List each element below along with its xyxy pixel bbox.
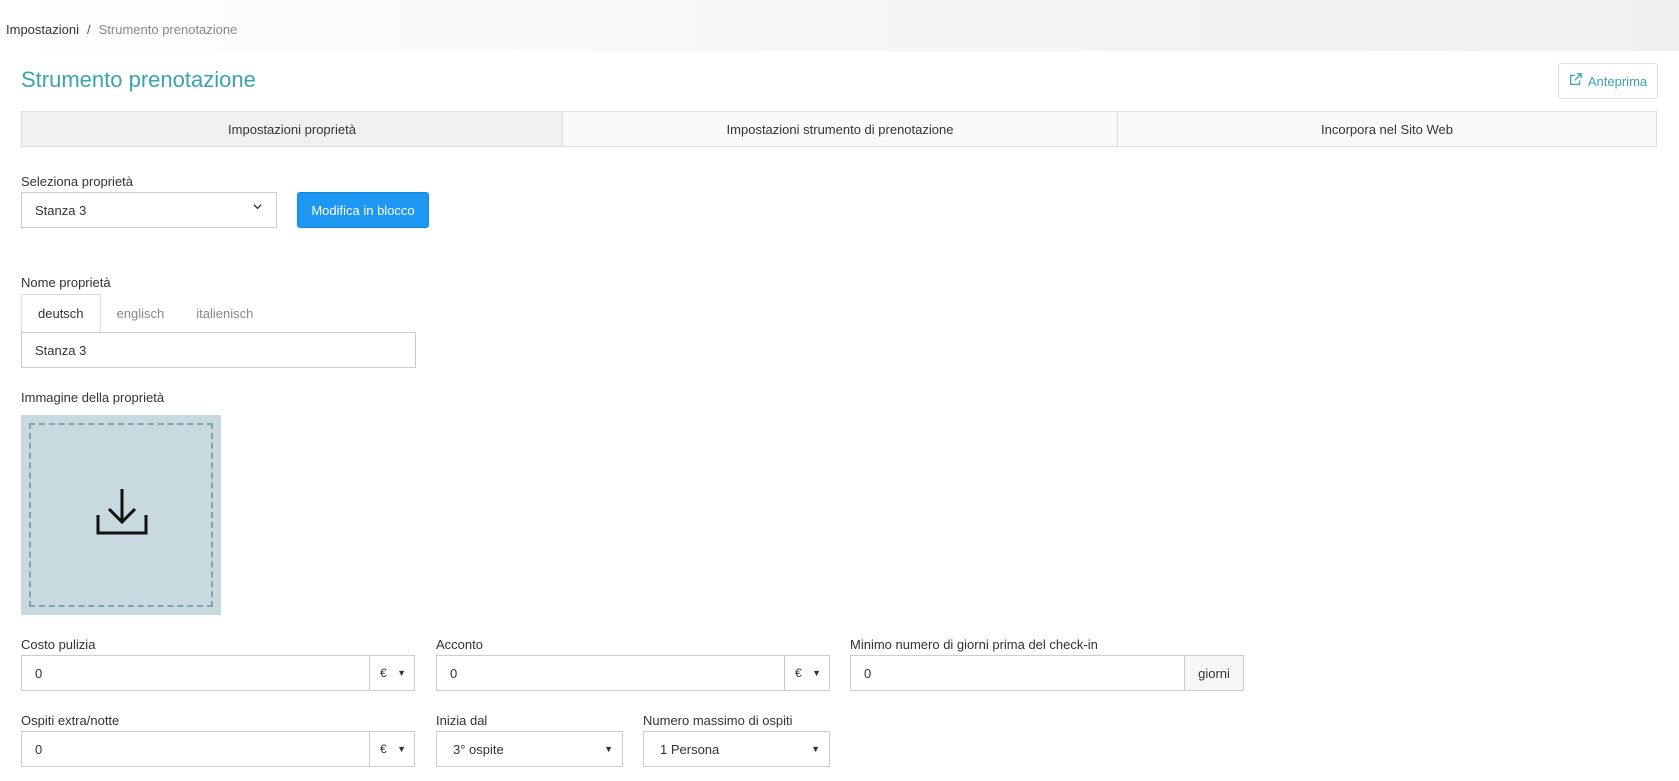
starts-from-value: 3° ospite bbox=[453, 741, 504, 757]
tab-language-italienisch[interactable]: italienisch bbox=[180, 294, 269, 332]
property-image-label: Immagine della proprietà bbox=[21, 390, 165, 405]
deposit-currency-select[interactable]: € ▼ bbox=[784, 656, 829, 690]
cleaning-cost-label: Costo pulizia bbox=[21, 637, 96, 652]
preview-button[interactable]: Anteprima bbox=[1558, 63, 1658, 99]
starts-from-label: Inizia dal bbox=[436, 713, 488, 728]
currency-value: € bbox=[380, 666, 387, 680]
breadcrumb-current: Strumento prenotazione bbox=[98, 22, 238, 37]
min-days-input[interactable]: 0 bbox=[851, 656, 1184, 690]
max-guests-value: 1 Persona bbox=[660, 741, 720, 757]
extra-guests-input[interactable]: 0 bbox=[22, 732, 369, 766]
page-title: Strumento prenotazione bbox=[21, 67, 256, 92]
caret-down-icon: ▼ bbox=[397, 668, 406, 678]
starts-from-select[interactable]: 3° ospite ▼ bbox=[436, 731, 623, 767]
min-days-label: Minimo numero di giorni prima del check-… bbox=[850, 637, 1098, 652]
caret-down-icon: ▼ bbox=[811, 744, 820, 754]
property-select[interactable]: Stanza 3 bbox=[21, 192, 277, 228]
breadcrumb-root[interactable]: Impostazioni bbox=[6, 22, 79, 37]
breadcrumb-separator: / bbox=[86, 22, 91, 37]
extra-guests-group: 0 € ▼ bbox=[21, 731, 415, 767]
property-name-input[interactable]: Stanza 3 bbox=[21, 332, 416, 368]
tab-language-englisch[interactable]: englisch bbox=[101, 294, 181, 332]
external-link-icon bbox=[1569, 73, 1582, 89]
deposit-group: 0 € ▼ bbox=[436, 655, 830, 691]
language-tabs: deutsch englisch italienisch bbox=[21, 294, 269, 332]
deposit-input[interactable]: 0 bbox=[437, 656, 784, 690]
cleaning-cost-currency-select[interactable]: € ▼ bbox=[369, 656, 414, 690]
breadcrumb-bar: Impostazioni / Strumento prenotazione bbox=[0, 0, 1679, 51]
extra-guests-currency-select[interactable]: € ▼ bbox=[369, 732, 414, 766]
caret-down-icon: ▼ bbox=[397, 744, 406, 754]
extra-guests-label: Ospiti extra/notte bbox=[21, 713, 120, 728]
deposit-label: Acconto bbox=[436, 637, 483, 652]
tab-booking-tool-settings[interactable]: Impostazioni strumento di prenotazione bbox=[563, 112, 1118, 146]
breadcrumb: Impostazioni / Strumento prenotazione bbox=[6, 22, 237, 37]
tab-embed-website[interactable]: Incorpora nel Sito Web bbox=[1118, 112, 1656, 146]
caret-down-icon: ▼ bbox=[812, 668, 821, 678]
preview-button-label: Anteprima bbox=[1587, 73, 1648, 89]
property-name-value: Stanza 3 bbox=[35, 342, 87, 358]
tab-property-settings[interactable]: Impostazioni proprietà bbox=[22, 112, 563, 146]
currency-value: € bbox=[795, 666, 802, 680]
min-days-group: 0 giorni bbox=[850, 655, 1244, 691]
max-guests-select[interactable]: 1 Persona ▼ bbox=[643, 731, 830, 767]
cleaning-cost-group: 0 € ▼ bbox=[21, 655, 415, 691]
image-upload-area[interactable] bbox=[21, 415, 221, 615]
chevron-down-icon bbox=[253, 202, 262, 214]
caret-down-icon: ▼ bbox=[604, 744, 613, 754]
property-select-label: Seleziona proprietà bbox=[21, 174, 134, 189]
currency-value: € bbox=[380, 742, 387, 756]
max-guests-label: Numero massimo di ospiti bbox=[643, 713, 793, 728]
tab-language-deutsch[interactable]: deutsch bbox=[21, 294, 101, 332]
bulk-edit-button[interactable]: Modifica in blocco bbox=[297, 192, 429, 228]
property-name-label: Nome proprietà bbox=[21, 275, 111, 290]
cleaning-cost-input[interactable]: 0 bbox=[22, 656, 369, 690]
settings-tabs: Impostazioni proprietà Impostazioni stru… bbox=[21, 111, 1657, 147]
min-days-unit: giorni bbox=[1184, 656, 1243, 690]
property-select-value: Stanza 3 bbox=[35, 202, 87, 218]
